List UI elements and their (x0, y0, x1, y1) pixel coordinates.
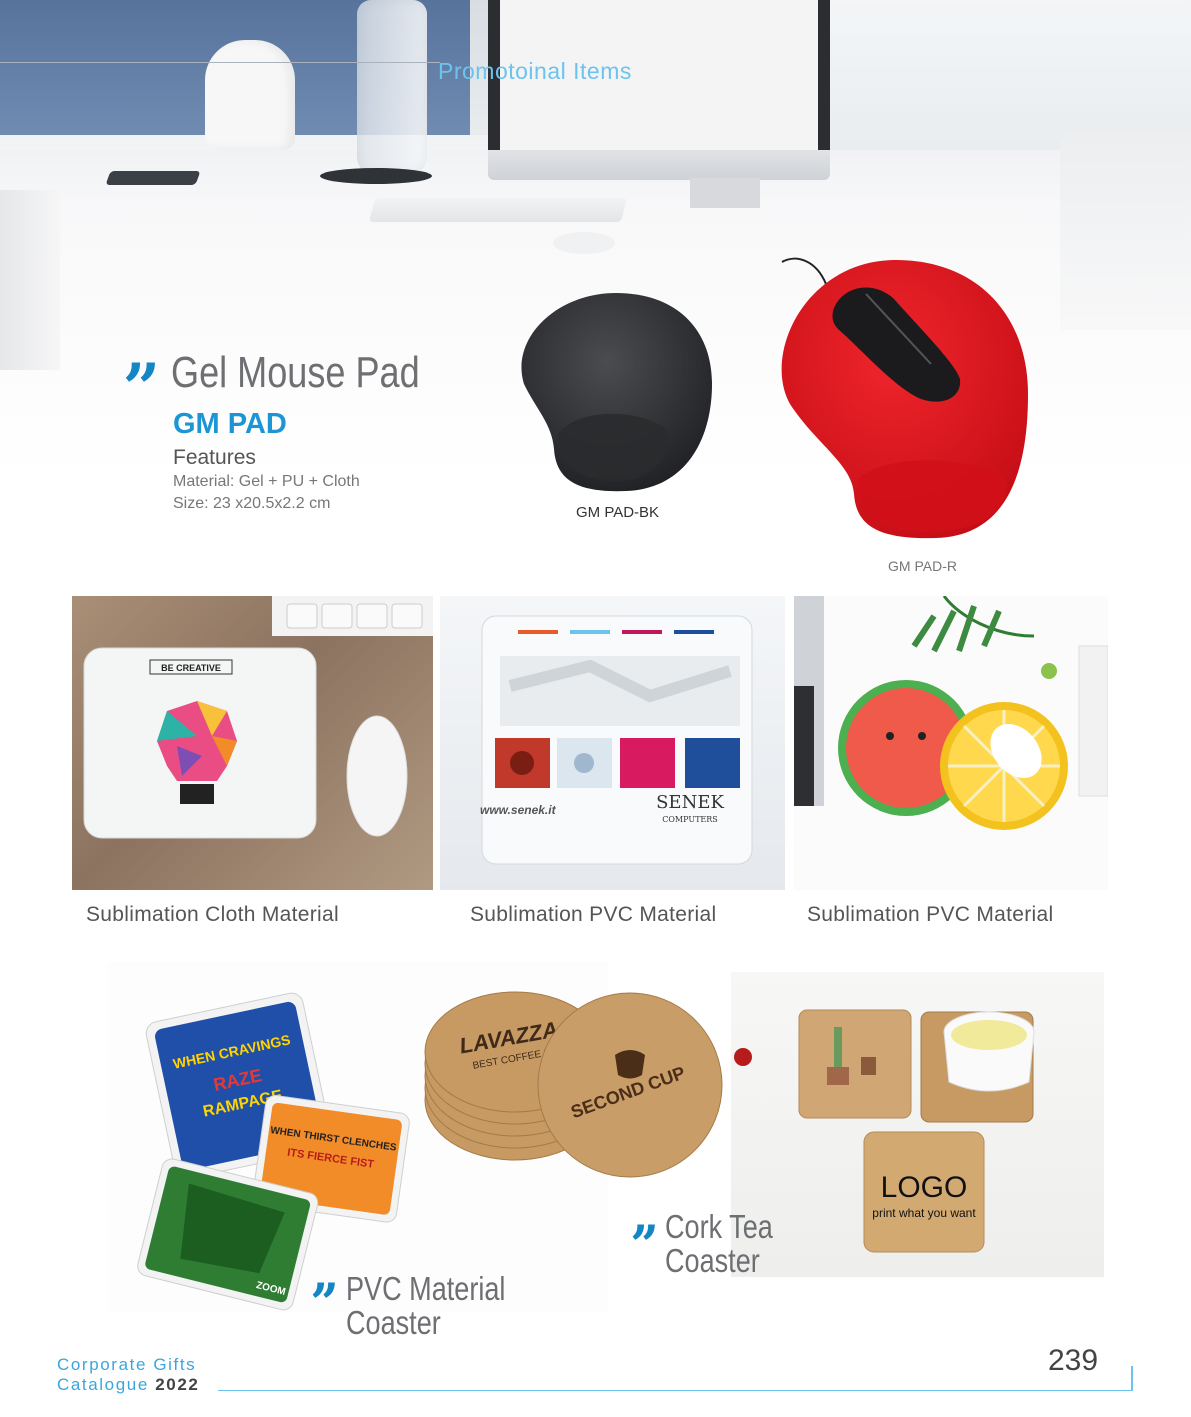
features-heading: Features (173, 446, 256, 469)
vase (205, 40, 295, 150)
catalogue-footer: Corporate Gifts Catalogue 2022 (57, 1355, 199, 1395)
fruit-pad-scene (794, 596, 1108, 830)
cloth-pad-scene: BE CREATIVE (83, 596, 433, 839)
pvc-pad-scene: www.senek.it SENEK COMPUTERS (480, 615, 753, 865)
spec-material: Material: Gel + PU + Cloth (173, 473, 360, 490)
sublimation-cloth-photo: BE CREATIVE (72, 596, 433, 890)
pad-url-text: www.senek.it (480, 803, 557, 817)
model-code: GM PAD (173, 408, 287, 440)
cork-title-line2: Coaster (665, 1242, 760, 1279)
caption-cloth: Sublimation Cloth Material (86, 903, 339, 926)
quote-mark-icon: ,, (312, 1246, 340, 1302)
logo-placeholder-sub: print what you want (872, 1206, 976, 1220)
variant-label-red: GM PAD-R (888, 558, 957, 574)
cork-square-scene: LOGO print what you want (734, 1009, 1035, 1253)
caption-pvc-1: Sublimation PVC Material (470, 903, 717, 926)
footer-rule-tick (1131, 1366, 1133, 1391)
desk-coaster (320, 168, 432, 184)
smartphone (105, 171, 201, 185)
desk-leg (0, 190, 60, 370)
header-rule (0, 62, 440, 63)
footer-rule (218, 1390, 1132, 1391)
monitor-stand (690, 178, 760, 208)
pvc-title-line2: Coaster (346, 1304, 441, 1341)
desk-mouse (553, 232, 615, 254)
cork-square-coaster-photo: LOGO print what you want (731, 972, 1104, 1277)
caption-pvc-2: Sublimation PVC Material (807, 903, 1054, 926)
logo-placeholder-text: LOGO (881, 1171, 968, 1204)
cork-round-scene: LAVAZZA BEST COFFEE S SECOND CUP (424, 991, 723, 1178)
cork-coaster-title: Cork Tea Coaster (665, 1210, 773, 1278)
red-gel-pad-with-mouse-image (781, 257, 1028, 539)
chair (1060, 130, 1191, 330)
catalogue-line1: Corporate Gifts (57, 1355, 197, 1374)
pad-brand-sub: COMPUTERS (662, 815, 718, 824)
product-title: Gel Mouse Pad (171, 348, 420, 397)
pad-print-text: BE CREATIVE (161, 663, 221, 673)
page-number: 239 (1048, 1344, 1099, 1377)
glass-bottle (357, 0, 427, 175)
sublimation-pvc-photo-1: www.senek.it SENEK COMPUTERS (440, 596, 785, 890)
cork-round-coaster-photo: LAVAZZA BEST COFFEE S SECOND CUP (420, 990, 740, 1180)
catalogue-year: 2022 (155, 1375, 200, 1394)
quote-mark-icon: ,, (632, 1188, 660, 1244)
quote-mark-icon: ,, (125, 317, 161, 387)
pvc-title-line1: PVC Material (346, 1270, 506, 1307)
section-title: Promotoinal Items (438, 58, 632, 84)
catalogue-line2: Catalogue 2022 (57, 1375, 199, 1395)
monitor-chin (488, 150, 830, 180)
variant-label-black: GM PAD-BK (576, 504, 660, 521)
catalogue-label: Catalogue (57, 1375, 149, 1394)
cork-title-line1: Cork Tea (665, 1208, 773, 1245)
keyboard (369, 198, 627, 222)
black-gel-pad-image (521, 293, 712, 492)
sublimation-pvc-photo-2 (794, 596, 1108, 890)
pvc-coaster-title: PVC Material Coaster (346, 1272, 505, 1340)
spec-size: Size: 23 x20.5x2.2 cm (173, 495, 331, 512)
pad-brand-text: SENEK (656, 792, 724, 813)
